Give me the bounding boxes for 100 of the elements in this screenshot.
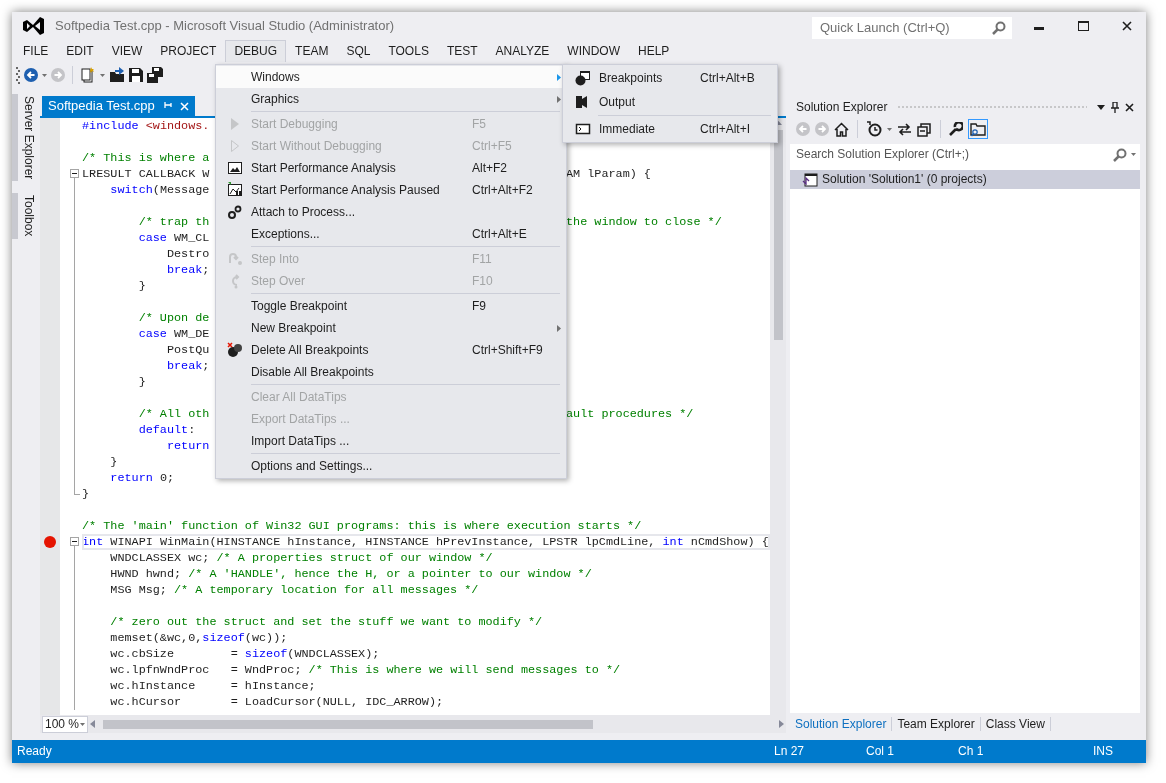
scrollbar-thumb[interactable] [773,130,783,340]
clock-icon[interactable] [866,121,882,137]
wrench-icon[interactable] [949,122,963,136]
menu-item[interactable]: ANALYZE [486,40,559,62]
collapse-icon[interactable] [917,121,932,137]
menu-item[interactable]: New Breakpoint [216,317,566,339]
menu-item[interactable]: EDIT [57,40,103,62]
caret-icon[interactable] [1131,153,1136,156]
shortcut-text: Ctrl+Alt+B [700,70,755,85]
menu-item[interactable]: TOOLS [379,40,438,62]
code-line: HWND hwnd; /* A 'HANDLE', hence the H, or a pointer to our window */ [109,566,592,582]
chart-icon [227,182,243,198]
menu-item[interactable]: Options and Settings... [216,455,566,477]
menu-item[interactable]: PROJECT [151,40,226,62]
code-line: /* zero out the struct and set the stuff we want to modify */ [109,614,543,630]
code-line: return 0; [109,470,175,486]
shortcut-text: F10 [472,273,493,288]
search-icon[interactable] [992,21,1006,35]
panel-title: Solution Explorer [796,99,888,115]
home-icon[interactable] [834,121,849,137]
panel-tab[interactable]: Team Explorer [892,716,981,732]
menu-item[interactable]: HELP [629,40,679,62]
menu-item[interactable]: FILE [14,40,58,62]
save-all-icon[interactable] [147,67,163,83]
scroll-arrow-icon[interactable] [779,720,784,728]
status-text: Ready [17,744,52,759]
pin-icon[interactable] [1111,101,1119,113]
breakpoint-icon[interactable] [44,536,56,548]
scroll-arrow-icon[interactable] [90,720,95,728]
new-project-icon[interactable] [80,67,96,83]
code-line: LRESULT CALLBACK W [82,166,210,182]
shortcut-text: F11 [472,251,492,266]
shortcut-text: Alt+F2 [472,160,507,175]
menu-item[interactable]: Exceptions... Ctrl+Alt+E [216,223,566,245]
menu-item[interactable]: Toggle Breakpoint F9 [216,295,566,317]
menu-item[interactable]: Output [563,90,777,114]
code-line: } [82,486,90,502]
maximize-icon[interactable] [1077,21,1089,31]
save-icon[interactable] [129,68,143,82]
toolbar-grip[interactable] [16,66,20,84]
panel-tab[interactable]: Solution Explorer [790,716,893,732]
fold-toggle[interactable] [69,534,79,550]
close-icon[interactable] [1125,102,1134,112]
caret-icon[interactable] [42,73,47,77]
code-line: memset(&wc,0,sizeof(wc)); [109,630,288,646]
menu-item[interactable]: TEST [437,40,487,62]
menu-item[interactable]: Immediate Ctrl+Alt+I [563,117,777,141]
code-line: the window to close */ [566,214,722,230]
search-field[interactable]: Search Solution Explorer (Ctrl+;) [790,144,1140,165]
folder-view-icon[interactable] [968,119,988,139]
window-prompt-icon [574,121,591,137]
code-line: /* All oth [137,406,210,422]
menu-item[interactable]: WINDOW [558,40,629,62]
menu-item[interactable]: SQL [337,40,380,62]
code-line: MSG Msg; /* A temporary location for all messages */ [109,582,479,598]
logo-icon [22,15,44,37]
menu-item[interactable]: Import DataTips ... [216,430,566,452]
status-text: Col 1 [866,744,894,759]
menu-item[interactable]: Attach to Process... [216,201,566,223]
caret-icon[interactable] [100,73,105,77]
menu-item[interactable]: Breakpoints Ctrl+Alt+B [563,66,777,90]
open-folder-icon[interactable] [109,67,125,83]
zoom-dropdown[interactable]: 100 % [42,715,88,733]
code-line: AM lParam) { [566,166,651,182]
quick-launch-field[interactable]: Quick Launch (Ctrl+Q) [812,17,1012,39]
search-icon[interactable] [1113,147,1127,162]
curved-arrow-icon [227,251,243,267]
window-title: Softpedia Test.cpp - Microsoft Visual Studio (Administrator) [55,18,395,34]
code-line: case WM_DE [137,326,210,342]
menu-item[interactable]: DEBUG [225,40,287,62]
tree-item[interactable]: Solution 'Solution1' (0 projects) [790,170,1140,189]
scrollbar-thumb[interactable] [103,719,593,729]
shortcut-text: F9 [472,298,486,313]
status-text: Ln 27 [774,744,805,759]
solution-icon [802,171,818,188]
circle-window-icon [574,70,591,86]
code-line: case WM_CL [137,230,210,246]
fold-toggle[interactable] [69,166,79,182]
sync-icon[interactable] [897,122,912,136]
menu-item[interactable]: Start Performance Analysis Paused Ctrl+Alt+F2 [216,179,566,201]
code-line: /* Upon de [137,310,210,326]
panel-tab[interactable]: Class View [980,716,1051,732]
code-line: wc.cbSize = sizeof(WNDCLASSEX); [109,646,380,662]
vertical-scrollbar[interactable] [770,118,786,715]
menu-item[interactable]: Graphics [216,88,566,110]
menu-item[interactable]: Start Performance Analysis Alt+F2 [216,157,566,179]
menu-item[interactable]: TEAM [286,40,338,62]
dropdown-icon[interactable] [1097,104,1105,110]
close-icon[interactable] [1122,21,1132,31]
menu-item[interactable]: Disable All Breakpoints [216,361,566,383]
back-icon[interactable] [24,68,38,82]
caret-icon[interactable] [887,127,892,131]
quick-launch-input[interactable]: Quick Launch (Ctrl+Q) [818,19,992,37]
code-line: PostQu [165,342,210,358]
search-input[interactable]: Search Solution Explorer (Ctrl+;) [794,146,1113,163]
code-line: int WINAPI WinMain(HINSTANCE hInstance, HINSTANCE hPrevInstance, LPSTR lpCmdLine, int nCmdShow) { [82,534,770,550]
menu-item[interactable]: Delete All Breakpoints Ctrl+Shift+F9 [216,339,566,361]
code-line: /* trap th [137,214,210,230]
code-line: } [137,278,146,294]
menu-item[interactable]: VIEW [102,40,152,62]
